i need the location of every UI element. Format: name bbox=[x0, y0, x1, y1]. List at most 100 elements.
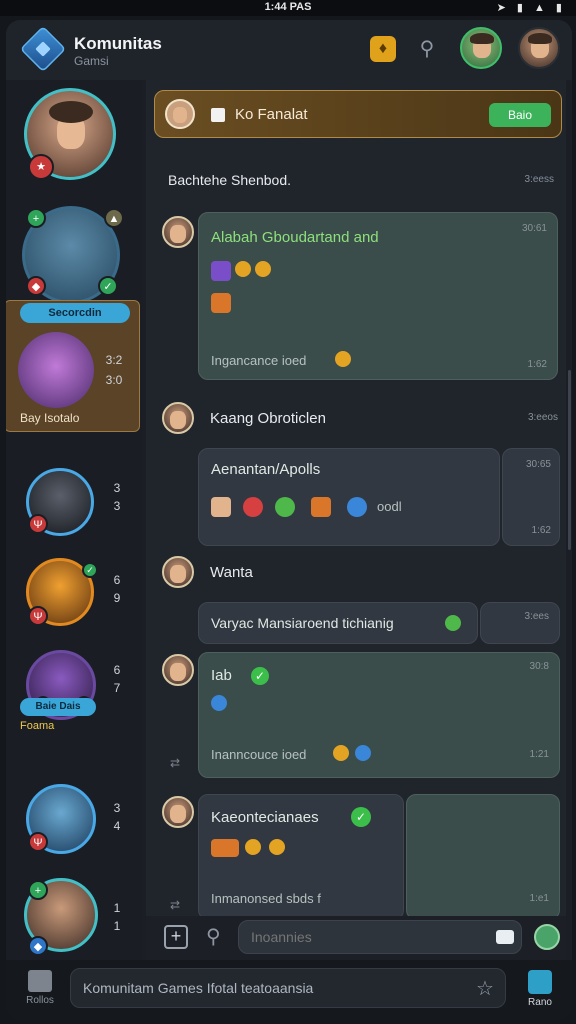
item-icon bbox=[211, 293, 231, 313]
coin-icon bbox=[235, 261, 251, 277]
shield-icon: ◆ bbox=[28, 936, 48, 956]
item-icon bbox=[243, 497, 263, 517]
message-bubble[interactable]: Aenantan/Apolls oodl bbox=[198, 448, 500, 546]
message-author: Kaang Obroticlen bbox=[210, 410, 326, 427]
message-time: 30:61 bbox=[521, 223, 547, 234]
sidebar-num: 1 bbox=[113, 919, 121, 933]
search-icon[interactable]: ⚲ bbox=[206, 924, 221, 949]
sidebar-num: 6 bbox=[113, 663, 121, 677]
post-icon bbox=[211, 108, 225, 122]
scrollbar[interactable] bbox=[568, 370, 571, 550]
app-subtitle: Gamsi bbox=[74, 54, 109, 68]
sidebar-num: 6 bbox=[113, 573, 121, 587]
avatar[interactable] bbox=[162, 216, 194, 248]
chat-panel: Ko Fanalat Baio Bachtehe Shenbod. 3:eess… bbox=[146, 80, 566, 960]
trophy-icon bbox=[335, 351, 351, 367]
send-button[interactable] bbox=[534, 924, 560, 950]
sidebar-active-num-1: 3:2 bbox=[105, 353, 123, 367]
sidebar-num: 3 bbox=[113, 481, 121, 495]
join-button[interactable]: Baio bbox=[489, 103, 551, 127]
emoji-icon bbox=[355, 745, 371, 761]
nav-item-left[interactable]: Rollos bbox=[20, 970, 60, 1006]
message-subtext: Inanncouce ioed bbox=[211, 747, 307, 762]
home-icon bbox=[528, 970, 552, 994]
star-icon[interactable]: ☆ bbox=[476, 976, 494, 1001]
avatar[interactable] bbox=[162, 402, 194, 434]
check-icon bbox=[211, 695, 227, 711]
message-bubble[interactable]: 1:e1 bbox=[406, 794, 560, 920]
sidebar-caption: Foama bbox=[20, 720, 55, 732]
nav-right-label: Rano bbox=[528, 997, 552, 1008]
message-subtext: Inmanonsed sbds f bbox=[211, 891, 321, 906]
message-time: 1:e1 bbox=[529, 893, 549, 904]
banner-title: Ko Fanalat bbox=[235, 106, 308, 123]
item-icon bbox=[211, 839, 239, 857]
coin-icon bbox=[255, 261, 271, 277]
message-time: 3:eeos bbox=[527, 412, 558, 423]
avatar bbox=[165, 99, 195, 129]
search-icon[interactable]: ⚲ bbox=[414, 36, 440, 62]
plus-icon: + bbox=[28, 880, 48, 900]
add-attachment-button[interactable]: + bbox=[164, 925, 188, 949]
emoji-icon bbox=[333, 745, 349, 761]
message-bubble[interactable]: Kaeontecianaes ✓ Inmanonsed sbds f bbox=[198, 794, 404, 920]
item-icon bbox=[311, 497, 331, 517]
message-title: Iab bbox=[211, 667, 232, 684]
verified-icon: ✓ bbox=[351, 807, 371, 827]
message-emoji-label: oodl bbox=[377, 499, 402, 514]
message-composer: + ⚲ bbox=[146, 916, 566, 960]
sidebar-num: 1 bbox=[113, 901, 121, 915]
message-title: Kaeontecianaes bbox=[211, 809, 319, 826]
message-author: Wanta bbox=[210, 564, 253, 581]
sidebar: ★ + ▲ ◆ ✓ Secorcdin 3:2 3:0 Bay Isotalo … bbox=[6, 80, 142, 960]
nav-left-label: Rollos bbox=[26, 995, 54, 1006]
message-title: Varyac Mansiaroend tichianig bbox=[211, 615, 394, 631]
sidebar-active-num-2: 3:0 bbox=[105, 373, 123, 387]
status-icons: ➤ ▮ ▲ ▮ bbox=[496, 2, 566, 14]
helmet-icon: ▲ bbox=[104, 208, 124, 228]
sidebar-active-label: Secorcdin bbox=[20, 303, 130, 323]
reply-icon[interactable]: ⇄ bbox=[170, 756, 180, 770]
coin-icon bbox=[269, 839, 285, 855]
avatar[interactable] bbox=[162, 654, 194, 686]
message-bubble[interactable]: 30:65 1:62 bbox=[502, 448, 560, 546]
message-bubble[interactable]: Iab ✓ 30:8 Inanncouce ioed 1:21 bbox=[198, 652, 560, 778]
verified-icon: ✓ bbox=[251, 667, 269, 685]
nav-item-right[interactable]: Rano bbox=[520, 970, 560, 1008]
shield-icon: Ψ bbox=[28, 832, 48, 852]
message-bubble[interactable]: 3:ees bbox=[480, 602, 560, 644]
message-time: 1:21 bbox=[529, 749, 549, 760]
avatar[interactable] bbox=[460, 27, 502, 69]
emoji-icon[interactable] bbox=[496, 930, 514, 944]
status-time: 1:44 PAS bbox=[264, 1, 312, 13]
community-banner[interactable]: Ko Fanalat Baio bbox=[154, 90, 562, 138]
avatar[interactable] bbox=[162, 796, 194, 828]
sidebar-num: 3 bbox=[113, 499, 121, 513]
reply-icon[interactable]: ⇄ bbox=[170, 898, 180, 912]
message-subtext: Ingancance ioed bbox=[211, 353, 307, 368]
sidebar-num: 7 bbox=[113, 681, 121, 695]
sidebar-num: 9 bbox=[113, 591, 121, 605]
message-title: Alabah Gboudartand and bbox=[211, 229, 379, 246]
item-icon bbox=[347, 497, 367, 517]
sidebar-active-caption: Bay Isotalo bbox=[20, 411, 80, 425]
message-bubble[interactable]: Varyac Mansiaroend tichianig bbox=[198, 602, 478, 644]
shield-icon: Ψ bbox=[28, 514, 48, 534]
section-time: 3:eess bbox=[524, 174, 554, 185]
sidebar-avatar-mage bbox=[18, 332, 94, 408]
bell-icon[interactable]: ♦ bbox=[370, 36, 396, 62]
check-icon: ✓ bbox=[98, 276, 118, 296]
profile-avatar[interactable] bbox=[518, 27, 560, 69]
message-input[interactable] bbox=[238, 920, 522, 954]
logo-icon[interactable] bbox=[19, 25, 67, 73]
box-icon bbox=[28, 970, 52, 992]
avatar[interactable] bbox=[162, 556, 194, 588]
plus-icon: + bbox=[26, 208, 46, 228]
community-search-bar[interactable]: Komunitam Games Ifotal teatoaansia bbox=[70, 968, 506, 1008]
message-bubble[interactable]: Alabah Gboudartand and 30:61 Ingancance … bbox=[198, 212, 558, 380]
header: Komunitas Gamsi ♦ ⚲ bbox=[6, 20, 572, 80]
app-title: Komunitas bbox=[74, 34, 162, 53]
app-window: Komunitas Gamsi ♦ ⚲ ★ + ▲ ◆ ✓ Secorcdin … bbox=[6, 20, 572, 1020]
shield-icon: ◆ bbox=[26, 276, 46, 296]
check-icon: ✓ bbox=[82, 562, 98, 578]
